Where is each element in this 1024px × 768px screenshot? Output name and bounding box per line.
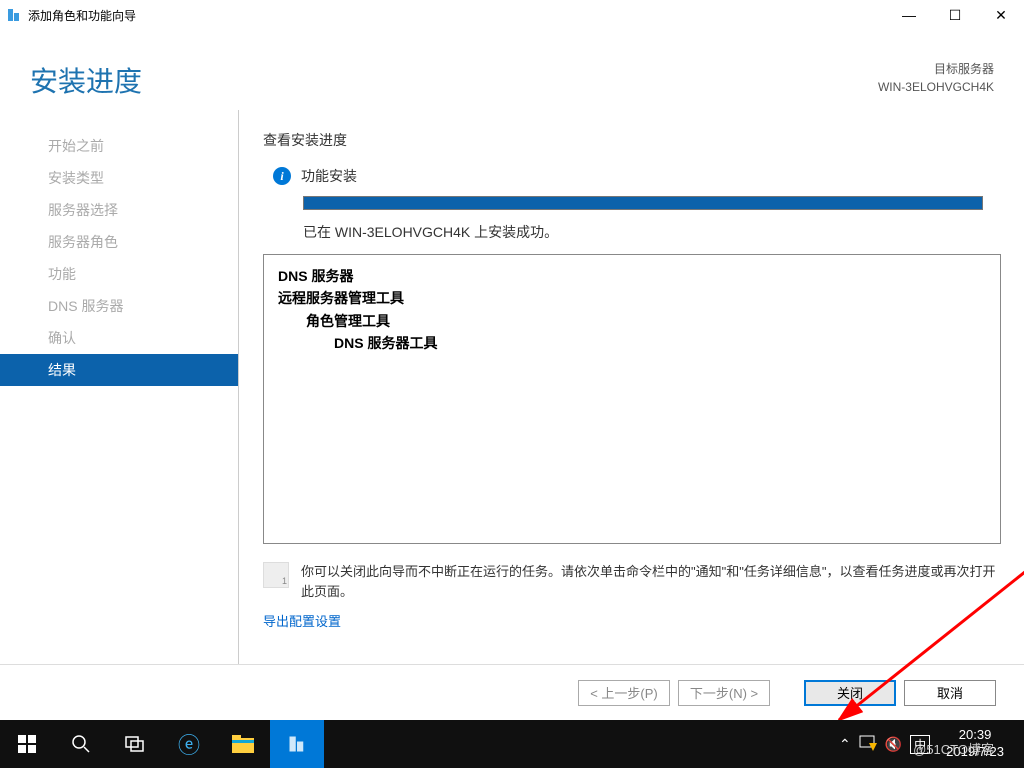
sidebar-item-install-type: 安装类型 — [0, 162, 238, 194]
wizard-window: 添加角色和功能向导 — ☐ ✕ 安装进度 目标服务器 WIN-3ELOHVGCH… — [0, 0, 1024, 720]
sidebar-item-server-select: 服务器选择 — [0, 194, 238, 226]
section-label: 查看安装进度 — [263, 130, 1004, 150]
next-button: 下一步(N) > — [678, 680, 770, 706]
task-view-icon[interactable] — [108, 720, 162, 768]
sidebar-item-confirm: 确认 — [0, 322, 238, 354]
progress-bar — [303, 196, 983, 210]
result-line: DNS 服务器 — [278, 265, 986, 287]
tray-chevron-icon[interactable]: ⌃ — [839, 736, 851, 753]
success-message: 已在 WIN-3ELOHVGCH4K 上安装成功。 — [303, 222, 1004, 242]
target-server-info: 目标服务器 WIN-3ELOHVGCH4K — [878, 60, 994, 96]
cancel-button[interactable]: 取消 — [904, 680, 996, 706]
close-button[interactable]: ✕ — [978, 0, 1024, 30]
status-row: i 功能安装 — [273, 166, 1004, 186]
target-server-name: WIN-3ELOHVGCH4K — [878, 78, 994, 96]
volume-muted-icon[interactable]: 🔇 — [885, 736, 902, 753]
ie-icon[interactable]: ⓔ — [162, 720, 216, 768]
status-text: 功能安装 — [301, 166, 357, 186]
watermark: @51CTO博客 — [913, 739, 994, 758]
result-line: DNS 服务器工具 — [334, 332, 986, 354]
page-title: 安装进度 — [30, 60, 878, 100]
note-row: 1 你可以关闭此向导而不中断正在运行的任务。请依次单击命令栏中的"通知"和"任务… — [263, 562, 1004, 601]
target-label: 目标服务器 — [878, 60, 994, 78]
note-text: 你可以关闭此向导而不中断正在运行的任务。请依次单击命令栏中的"通知"和"任务详细… — [301, 562, 1004, 601]
sidebar-item-features: 功能 — [0, 258, 238, 290]
sidebar-item-dns-server: DNS 服务器 — [0, 290, 238, 322]
taskbar: ⓔ ⌃ 🔇 中 20:39 2019/7/23 @51CTO博客 — [0, 720, 1024, 768]
explorer-icon[interactable] — [216, 720, 270, 768]
titlebar: 添加角色和功能向导 — ☐ ✕ — [0, 0, 1024, 30]
header: 安装进度 目标服务器 WIN-3ELOHVGCH4K — [0, 30, 1024, 110]
minimize-button[interactable]: — — [886, 0, 932, 30]
result-line: 角色管理工具 — [306, 310, 986, 332]
wizard-steps-sidebar: 开始之前 安装类型 服务器选择 服务器角色 功能 DNS 服务器 确认 结果 — [0, 110, 238, 664]
export-config-link[interactable]: 导出配置设置 — [263, 611, 1004, 630]
network-warning-icon[interactable] — [859, 735, 877, 754]
results-box: DNS 服务器 远程服务器管理工具 角色管理工具 DNS 服务器工具 — [263, 254, 1001, 544]
sidebar-item-server-roles: 服务器角色 — [0, 226, 238, 258]
app-icon — [6, 7, 22, 23]
close-wizard-button[interactable]: 关闭 — [804, 680, 896, 706]
body: 开始之前 安装类型 服务器选择 服务器角色 功能 DNS 服务器 确认 结果 查… — [0, 110, 1024, 664]
window-title: 添加角色和功能向导 — [28, 7, 886, 24]
window-controls: — ☐ ✕ — [886, 0, 1024, 30]
sidebar-item-results: 结果 — [0, 354, 238, 386]
maximize-button[interactable]: ☐ — [932, 0, 978, 30]
search-icon[interactable] — [54, 720, 108, 768]
prev-button: < 上一步(P) — [578, 680, 670, 706]
info-icon: i — [273, 167, 291, 185]
server-manager-icon[interactable] — [270, 720, 324, 768]
main-content: 查看安装进度 i 功能安装 已在 WIN-3ELOHVGCH4K 上安装成功。 … — [238, 110, 1024, 664]
wizard-footer: < 上一步(P) 下一步(N) > 关闭 取消 — [0, 664, 1024, 720]
start-button[interactable] — [0, 720, 54, 768]
flag-icon: 1 — [263, 562, 289, 588]
result-line: 远程服务器管理工具 — [278, 287, 986, 309]
sidebar-item-before-begin: 开始之前 — [0, 130, 238, 162]
